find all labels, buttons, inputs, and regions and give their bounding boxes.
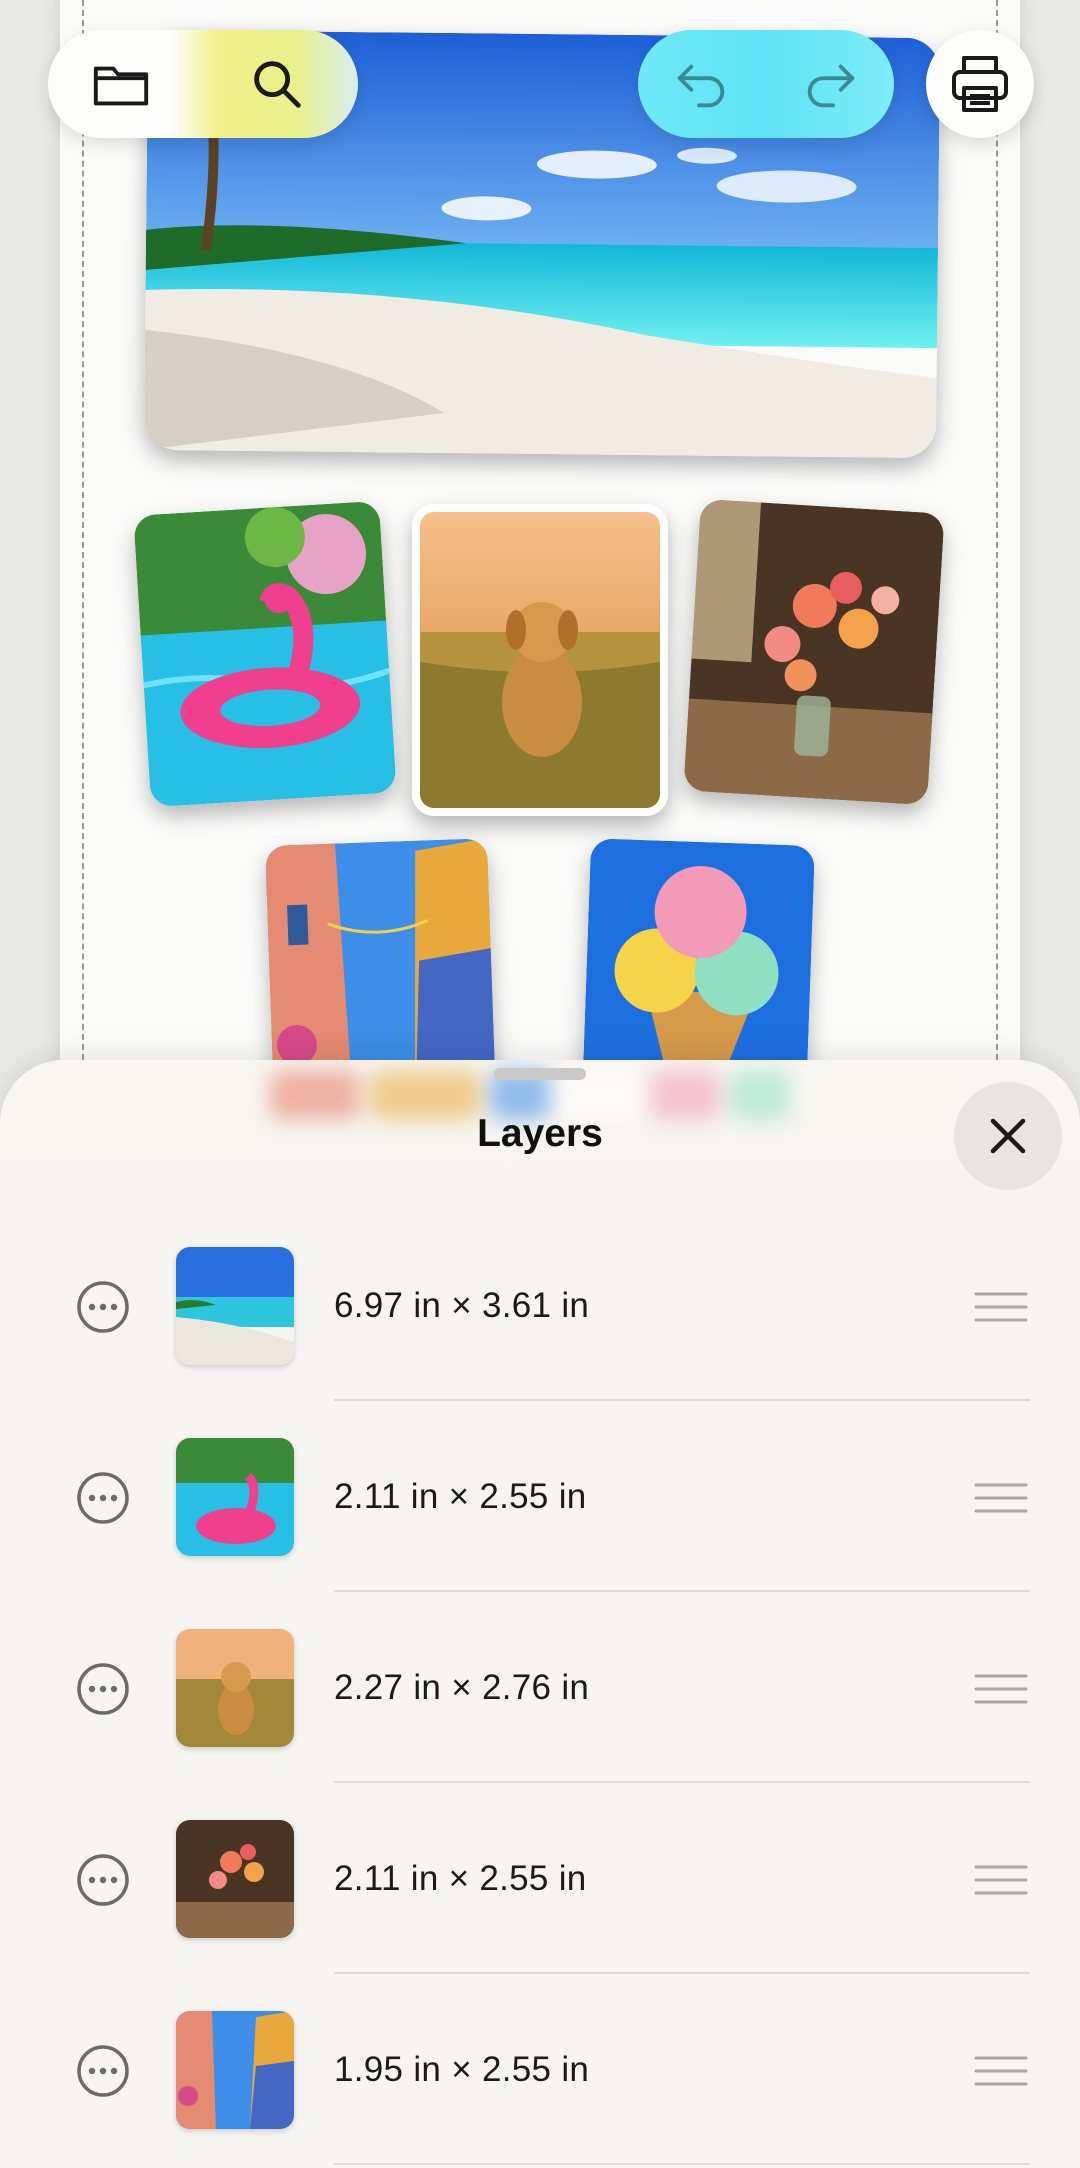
folder-icon[interactable] — [86, 49, 156, 119]
more-options-icon[interactable] — [76, 2044, 130, 2098]
more-options-icon[interactable] — [76, 1853, 130, 1907]
layer-row[interactable]: 6.97 in × 3.61 in — [0, 1210, 1080, 1401]
drag-handle-icon[interactable] — [974, 1863, 1028, 1897]
layer-dimensions: 2.11 in × 2.55 in — [334, 1859, 587, 1898]
redo-icon[interactable] — [796, 49, 866, 119]
layer-dimensions: 2.11 in × 2.55 in — [334, 1477, 587, 1516]
search-icon[interactable] — [242, 49, 312, 119]
close-button[interactable] — [954, 1082, 1062, 1190]
layer-dimensions: 6.97 in × 3.61 in — [334, 1286, 590, 1325]
layer-row[interactable]: 2.11 in × 2.55 in — [0, 1783, 1080, 1974]
layer-row[interactable]: 1.95 in × 2.55 in — [0, 1974, 1080, 2165]
layer-row[interactable]: 2.11 in × 2.55 in — [0, 1401, 1080, 1592]
layer-dimensions: 2.27 in × 2.76 in — [334, 1668, 590, 1707]
more-options-icon[interactable] — [76, 1280, 130, 1334]
layer-thumbnail — [176, 1438, 294, 1556]
print-icon — [948, 52, 1012, 116]
layer-dimensions: 1.95 in × 2.55 in — [334, 2050, 590, 2089]
layer-thumbnail — [176, 1629, 294, 1747]
drag-handle-icon[interactable] — [974, 1481, 1028, 1515]
row-divider — [334, 2163, 1030, 2165]
history-toolbar — [638, 30, 894, 138]
drag-handle-icon[interactable] — [974, 1672, 1028, 1706]
drag-handle-icon[interactable] — [974, 1290, 1028, 1324]
layers-sheet: Layers 6.97 in × 3.61 in 2.11 in × 2.55 … — [0, 1060, 1080, 2168]
print-button[interactable] — [926, 30, 1034, 138]
sheet-title: Layers — [477, 1112, 603, 1155]
sheet-header: Layers — [0, 1060, 1080, 1210]
layer-thumbnail — [176, 1247, 294, 1365]
layer-thumbnail — [176, 1820, 294, 1938]
drag-handle-icon[interactable] — [974, 2054, 1028, 2088]
flamingo-photo[interactable] — [133, 500, 397, 808]
more-options-icon[interactable] — [76, 1471, 130, 1525]
layer-list: 6.97 in × 3.61 in 2.11 in × 2.55 in 2.27… — [0, 1210, 1080, 2165]
sheet-grabber[interactable] — [494, 1068, 586, 1080]
file-search-toolbar — [48, 30, 358, 138]
layer-thumbnail — [176, 2011, 294, 2129]
close-icon — [987, 1115, 1029, 1157]
more-options-icon[interactable] — [76, 1662, 130, 1716]
dog-photo[interactable] — [412, 504, 668, 816]
margin-guide-left — [82, 0, 84, 1080]
flowers-photo[interactable] — [683, 498, 945, 806]
undo-icon[interactable] — [666, 49, 736, 119]
margin-guide-right — [996, 0, 998, 1080]
layer-row[interactable]: 2.27 in × 2.76 in — [0, 1592, 1080, 1783]
